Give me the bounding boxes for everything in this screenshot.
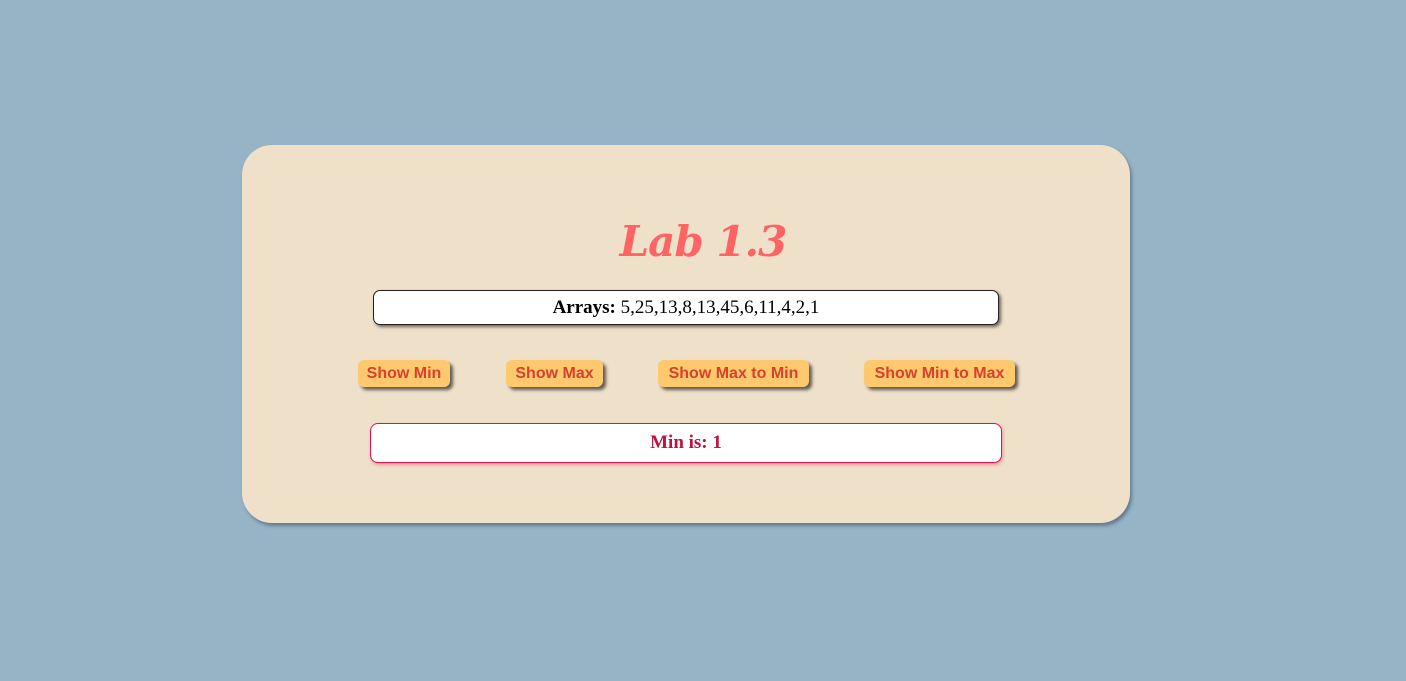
arrays-values: 5,25,13,8,13,45,6,11,4,2,1	[620, 297, 820, 318]
arrays-label: Arrays:	[552, 297, 616, 318]
show-min-to-max-button[interactable]: Show Min to Max	[864, 360, 1015, 387]
arrays-display: Arrays: 5,25,13,8,13,45,6,11,4,2,1	[373, 290, 999, 325]
show-max-button[interactable]: Show Max	[506, 360, 603, 387]
page-title: Lab 1.3	[619, 217, 788, 266]
show-max-to-min-button[interactable]: Show Max to Min	[658, 360, 809, 387]
show-min-button[interactable]: Show Min	[358, 360, 450, 387]
main-card	[242, 145, 1130, 523]
result-display: Min is: 1	[370, 423, 1002, 463]
